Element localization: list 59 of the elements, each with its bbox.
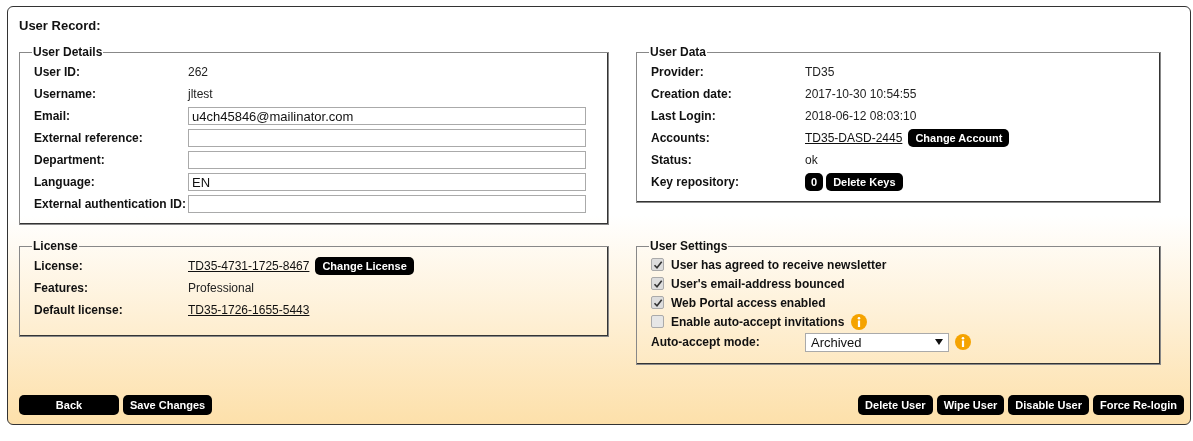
- field-value: 2018-06-12 08:03:10: [805, 109, 917, 123]
- section-title: License: [32, 239, 79, 253]
- link[interactable]: TD35-DASD-2445: [805, 131, 903, 145]
- input-field[interactable]: [188, 151, 586, 169]
- link[interactable]: TD35-4731-1725-8467: [188, 259, 310, 273]
- info-icon[interactable]: [851, 313, 868, 330]
- field-label: Features:: [34, 281, 90, 295]
- section-title: User Data: [649, 45, 708, 59]
- checkbox-label: Web Portal access enabled: [671, 295, 826, 310]
- section-title: User Details: [32, 45, 104, 59]
- info-icon[interactable]: [955, 334, 971, 350]
- page-title: User Record:: [19, 18, 102, 33]
- field-value: 2017-10-30 10:54:55: [805, 87, 917, 101]
- action-button[interactable]: Back: [19, 395, 119, 415]
- caret-icon: [935, 339, 943, 345]
- field-label: Language:: [34, 175, 96, 189]
- section-title: User Settings: [649, 239, 729, 253]
- field-label: License:: [34, 259, 84, 273]
- count-badge: 0: [805, 173, 824, 191]
- field-label: Email:: [34, 109, 71, 123]
- field-label: External reference:: [34, 131, 144, 145]
- input-field[interactable]: EN: [188, 173, 586, 191]
- checkbox[interactable]: [651, 277, 664, 290]
- field-label: Creation date:: [651, 87, 733, 101]
- input-field[interactable]: [188, 195, 586, 213]
- input-field[interactable]: u4ch45846@mailinator.com: [188, 107, 586, 125]
- field-label: Accounts:: [651, 131, 711, 145]
- field-label: Last Login:: [651, 109, 717, 123]
- field-value: 262: [188, 65, 209, 79]
- input-field[interactable]: [188, 129, 586, 147]
- action-button[interactable]: Disable User: [1008, 395, 1089, 415]
- field-label: Provider:: [651, 65, 705, 79]
- field-label: Default license:: [34, 303, 124, 317]
- checkbox[interactable]: [651, 258, 664, 271]
- dropdown[interactable]: Archived: [805, 332, 949, 352]
- checkbox-label: Enable auto-accept invitations: [671, 314, 845, 329]
- field-value: ok: [805, 153, 818, 167]
- action-button[interactable]: Change Account: [908, 129, 1010, 147]
- field-label: Department:: [34, 153, 106, 167]
- field-label: User ID:: [34, 65, 81, 79]
- field-label: Key repository:: [651, 175, 741, 189]
- checkbox[interactable]: [651, 315, 664, 328]
- checkbox[interactable]: [651, 296, 664, 309]
- field-value: Professional: [188, 281, 255, 295]
- action-button[interactable]: Change License: [315, 257, 414, 275]
- action-button[interactable]: Delete Keys: [826, 173, 903, 191]
- action-button[interactable]: Wipe User: [936, 395, 1005, 415]
- field-label: Status:: [651, 153, 693, 167]
- checkbox-label: User's email-address bounced: [671, 276, 845, 291]
- link[interactable]: TD35-1726-1655-5443: [188, 303, 310, 317]
- field-value: jltest: [188, 87, 213, 101]
- field-label: Username:: [34, 87, 98, 101]
- field-label: Auto-accept mode:: [651, 335, 761, 349]
- action-button[interactable]: Force Re-login: [1093, 395, 1184, 415]
- action-button[interactable]: Save Changes: [123, 395, 213, 415]
- checkbox-label: User has agreed to receive newsletter: [671, 257, 887, 272]
- field-label: External authentication ID:: [34, 197, 188, 211]
- action-button[interactable]: Delete User: [858, 395, 933, 415]
- field-value: TD35: [805, 65, 835, 79]
